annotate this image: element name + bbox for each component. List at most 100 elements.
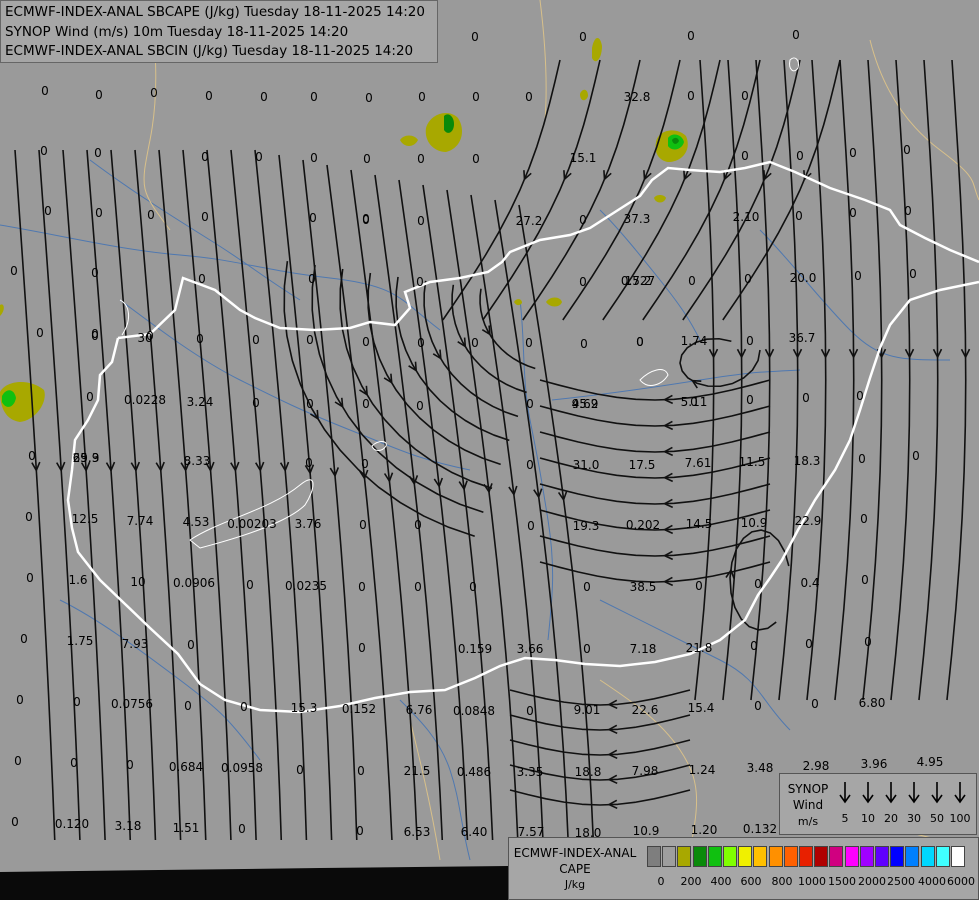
cin-value-label: 0 [579,30,587,44]
cape-color-swatch [662,846,677,867]
cin-value-label: 0 [94,146,102,160]
cape-color-swatch [905,846,920,867]
cin-value-label: 20.0 [789,271,817,285]
cape-color-swatch [723,846,737,867]
cin-value-label: 0 [754,577,762,591]
cin-value-label: 0 [40,144,48,158]
cin-value-label: 0 [472,90,480,104]
cin-value-label: 0 [469,580,477,594]
cin-value-label: 0 [150,86,158,100]
cin-value-label: 0 [201,210,209,224]
cin-value-label: 3.66 [516,642,544,656]
title-synop-wind: SYNOP Wind (m/s) 10m Tuesday 18-11-2025 … [5,24,349,40]
cin-value-label: 0.486 [456,765,492,779]
cin-value-label: 0 [792,28,800,42]
cin-value-label: 9.01 [573,703,601,717]
cin-value-label: 0 [416,275,424,289]
cin-value-label: 0 [849,206,857,220]
synop-legend-unit: m/s [797,815,819,828]
cape-color-swatch [738,846,753,867]
cin-value-label: 0 [861,573,869,587]
cin-value-label: 0 [746,334,754,348]
cin-value-label: 0 [246,578,254,592]
cin-value-label: 0.0756 [111,697,153,711]
cape-color-swatch [753,846,768,867]
wind-arrow-icon [908,782,920,804]
cin-value-label: 0 [750,639,758,653]
cin-value-label: 45.2 [571,397,599,411]
cin-value-label: 0 [252,333,260,347]
cape-color-swatch [829,846,844,867]
cin-value-label: 0 [240,700,248,714]
cin-value-label: 0 [365,91,373,105]
cape-color-swatch [692,846,707,867]
cin-value-label: 4.95 [916,755,944,769]
cin-value-label: 0 [856,389,864,403]
cin-value-label: 1.74 [680,334,708,348]
cin-value-label: 0 [417,214,425,228]
cin-value-label: 31.0 [572,458,600,472]
cin-value-label: 0 [579,213,587,227]
cin-value-label: 0 [358,580,366,594]
cin-value-label: 0 [26,571,34,585]
cin-value-label: 0 [296,763,304,777]
cin-value-label: 0 [687,29,695,43]
cin-value-label: 0 [858,452,866,466]
cin-value-label: 0 [414,518,422,532]
cin-value-label: 32.8 [623,90,651,104]
cin-value-label: 0 [20,632,28,646]
cin-value-label: 0 [909,267,917,281]
cin-value-label: 3.18 [114,819,142,833]
cin-value-label: 0 [860,512,868,526]
cin-value-label: 0 [147,208,155,222]
synop-speed-label: 100 [949,812,971,825]
cape-tick-label: 400 [710,875,732,888]
cin-value-label: 0 [44,204,52,218]
cin-value-label: 0.684 [168,760,204,774]
cin-value-label: 0 [579,275,587,289]
cin-value-label: 0 [416,399,424,413]
cin-value-label: 21.5 [403,764,431,778]
cape-color-swatch [890,846,905,867]
cin-value-label: 10.9 [740,516,768,530]
cin-value-label: 0 [310,151,318,165]
cin-value-label: 0.132 [742,822,778,836]
cin-value-label: 0 [86,390,94,404]
cape-color-swatch [768,846,783,867]
cin-value-label: 0 [912,449,920,463]
cape-color-swatch [799,846,813,867]
cin-value-label: 30 [137,331,153,345]
cin-value-label: 1.75 [66,634,94,648]
cin-value-label: 0.152 [341,702,377,716]
cin-value-label: 0.159 [457,642,493,656]
cin-value-label: 3.35 [516,765,544,779]
cin-value-label: 27.2 [515,214,543,228]
cin-value-label: 0 [41,84,49,98]
cin-value-label: 17.5 [628,458,656,472]
title-sbcin: ECMWF-INDEX-ANAL SBCIN (J/kg) Tuesday 18… [5,43,414,59]
cin-value-label: 0.727 [620,274,656,288]
cape-tick-label: 1500 [828,875,856,888]
cin-value-label: 6.76 [405,703,433,717]
cape-tick-label: 4000 [918,875,946,888]
synop-speed-label: 5 [841,812,849,825]
cin-value-label: 0 [255,150,263,164]
cin-value-label: 0 [695,579,703,593]
cape-color-swatch [875,846,889,867]
cin-value-label: 0 [526,704,534,718]
cin-value-label: 0 [95,206,103,220]
cin-value-label: 7.18 [629,642,657,656]
cin-value-label: 1.24 [688,763,716,777]
cin-value-label: 0 [196,332,204,346]
cin-value-label: 0.202 [625,518,661,532]
cin-value-label: 0 [525,336,533,350]
cin-value-label: 0 [580,337,588,351]
synop-wind-legend: SYNOP Wind m/s 5 10 20 30 50 100 [779,773,977,835]
cin-value-label: 0 [526,458,534,472]
cape-tick-label: 800 [771,875,793,888]
cin-value-label: 0 [306,397,314,411]
cin-value-label: 0 [363,152,371,166]
cin-value-label: 0 [526,397,534,411]
cin-value-label: 0 [14,754,22,768]
cin-value-label: 36.7 [788,331,816,345]
